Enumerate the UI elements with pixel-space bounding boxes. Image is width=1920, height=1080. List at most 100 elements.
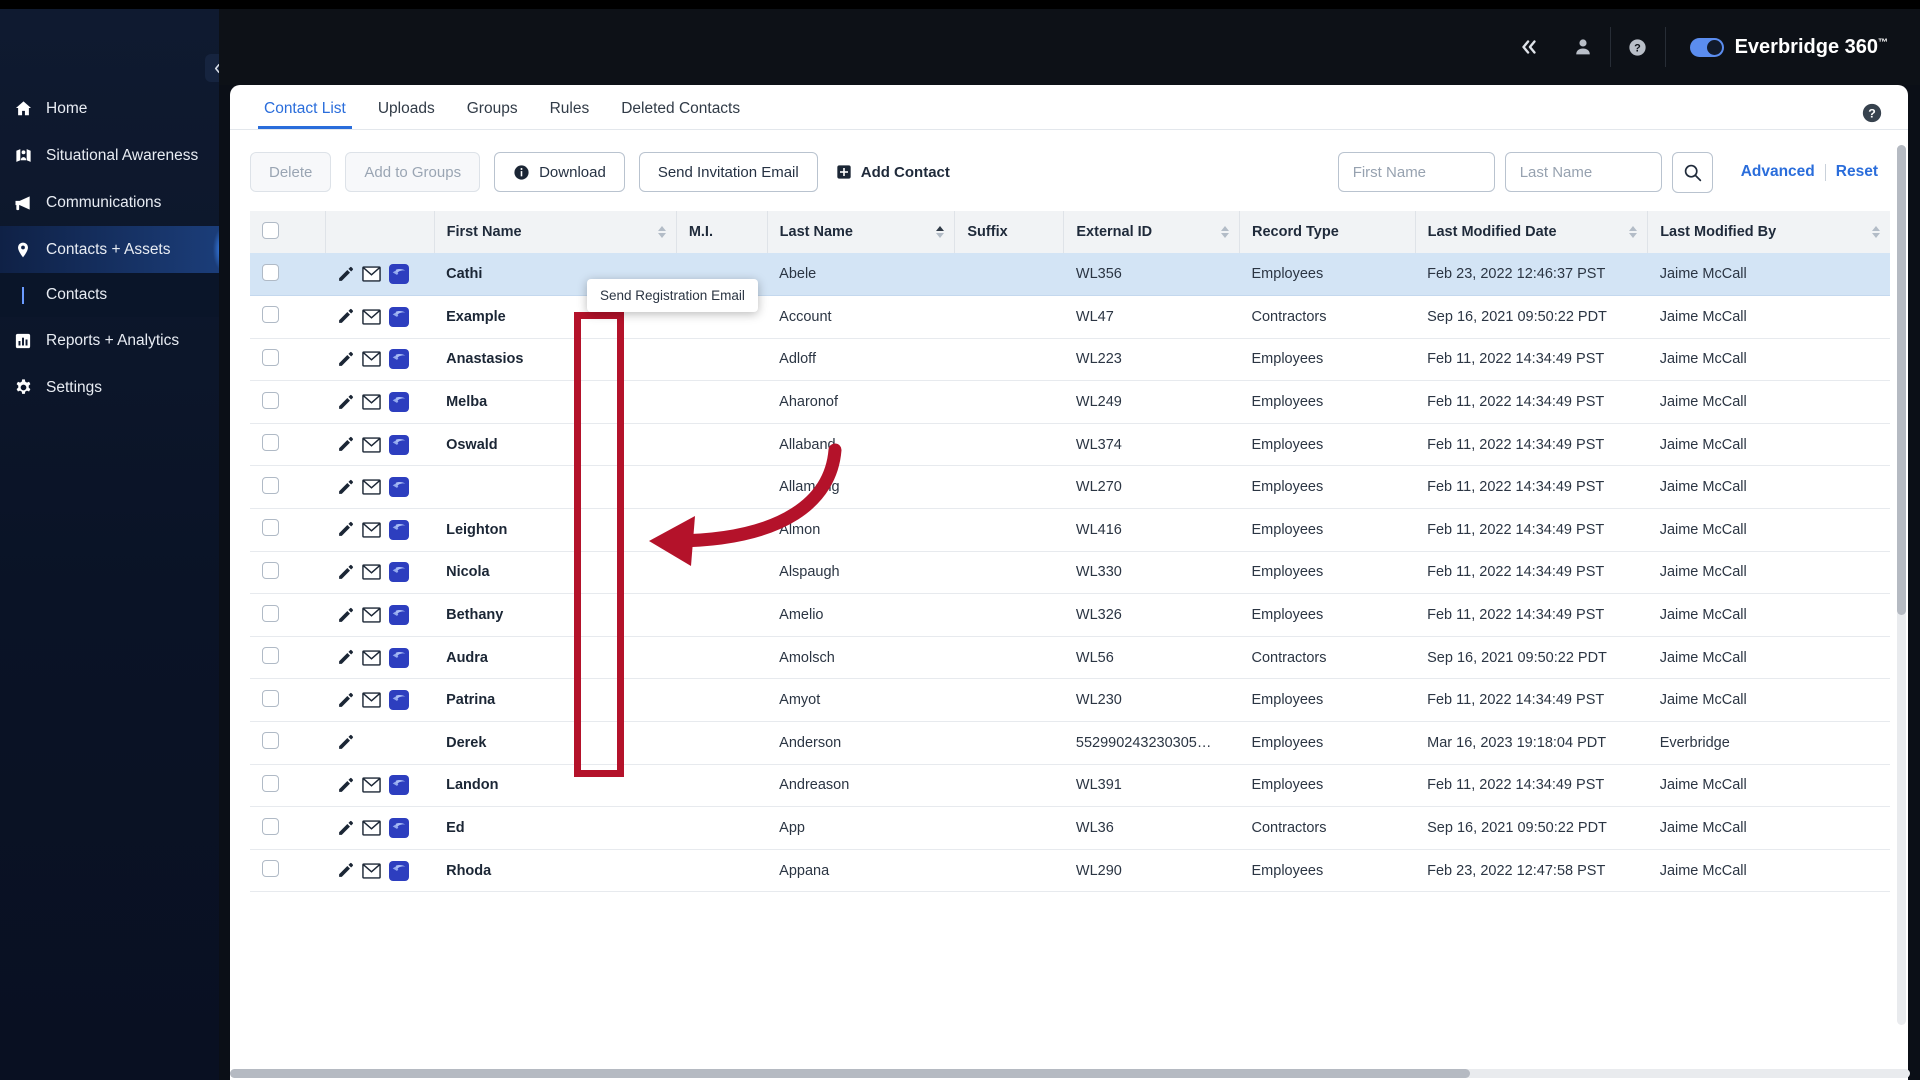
table-row[interactable]: Oswald Allaband WL374 Employees Feb 11, 2022… <box>250 423 1890 467</box>
sidebar-item-communications[interactable]: Communications <box>0 179 219 226</box>
add-contact-button[interactable]: Add Contact <box>832 152 968 192</box>
row-select-cell[interactable] <box>250 678 326 723</box>
header-record-type[interactable]: Record Type <box>1239 211 1416 253</box>
header-external-id[interactable]: External ID <box>1063 211 1241 253</box>
row-checkbox[interactable] <box>262 391 279 409</box>
header-last-name[interactable]: Last Name <box>767 211 956 253</box>
row-select-cell[interactable] <box>250 338 326 382</box>
row-select-cell[interactable] <box>250 764 326 808</box>
table-row[interactable]: Allamong WL270 Employees Feb 11, 2022 14:34… <box>250 465 1890 510</box>
sidebar-collapse-button[interactable] <box>205 54 219 82</box>
tab-contact-list[interactable]: Contact List <box>248 100 362 129</box>
row-checkbox[interactable] <box>262 348 279 366</box>
header-first-name[interactable]: First Name <box>434 211 677 253</box>
sidebar-item-situational-awareness[interactable]: Situational Awareness <box>0 132 219 179</box>
row-select-cell[interactable] <box>250 849 326 893</box>
tab-uploads[interactable]: Uploads <box>362 100 451 129</box>
row-select-cell[interactable] <box>250 593 326 637</box>
panel-help-button[interactable]: ? <box>1861 102 1883 124</box>
select-all-checkbox[interactable] <box>262 221 279 239</box>
tab-groups[interactable]: Groups <box>451 100 534 129</box>
everbridge-registration-icon[interactable] <box>389 349 410 370</box>
row-select-cell[interactable] <box>250 806 326 850</box>
sidebar-item-reports-analytics[interactable]: Reports + Analytics <box>0 317 219 364</box>
table-row[interactable]: Landon Andreason WL391 Employees Feb 11, 202… <box>250 764 1890 808</box>
table-row[interactable]: Leighton Almon WL416 Employees Feb 11, 2022 … <box>250 508 1890 552</box>
header-suffix[interactable]: Suffix <box>954 211 1065 253</box>
row-checkbox[interactable] <box>262 647 279 665</box>
row-select-cell[interactable] <box>250 253 326 297</box>
everbridge-registration-icon[interactable] <box>389 519 410 540</box>
everbridge-registration-icon[interactable] <box>389 477 410 498</box>
row-checkbox[interactable] <box>262 434 279 452</box>
everbridge-360-toggle[interactable] <box>1689 37 1724 57</box>
everbridge-registration-icon[interactable] <box>389 264 410 285</box>
everbridge-registration-icon[interactable] <box>389 647 410 668</box>
table-row[interactable]: Example Account WL47 Contractors Sep 16, 202… <box>250 295 1890 339</box>
collapse-panel-button[interactable] <box>1502 9 1556 85</box>
row-checkbox[interactable] <box>262 774 279 792</box>
sidebar-item-home[interactable]: Home <box>0 85 219 132</box>
horizontal-scrollbar-thumb[interactable] <box>230 1069 1470 1078</box>
vertical-scrollbar-thumb[interactable] <box>1897 145 1906 615</box>
row-checkbox[interactable] <box>262 604 279 622</box>
row-checkbox[interactable] <box>262 476 279 494</box>
first-name-input[interactable] <box>1337 152 1495 192</box>
advanced-search-link[interactable]: Advanced <box>1731 163 1825 181</box>
everbridge-registration-icon[interactable] <box>389 860 410 881</box>
sort-icon[interactable] <box>1872 226 1880 238</box>
user-account-button[interactable] <box>1556 9 1610 85</box>
everbridge-registration-icon[interactable] <box>389 690 410 711</box>
row-checkbox[interactable] <box>262 732 279 750</box>
header-select-all[interactable] <box>250 211 326 253</box>
row-select-cell[interactable] <box>250 508 326 552</box>
everbridge-registration-icon[interactable] <box>389 775 410 796</box>
row-checkbox[interactable] <box>262 561 279 579</box>
row-select-cell[interactable] <box>250 551 326 595</box>
sort-icon[interactable] <box>657 226 666 238</box>
row-checkbox[interactable] <box>262 519 279 537</box>
header-middle-initial[interactable]: M.I. <box>676 211 768 253</box>
table-row[interactable]: Anastasios Adloff WL223 Employees Feb 11, 20… <box>250 338 1890 382</box>
sidebar-item-contacts-assets[interactable]: Contacts + Assets <box>0 226 219 273</box>
everbridge-registration-icon[interactable] <box>389 392 410 413</box>
row-select-cell[interactable] <box>250 380 326 424</box>
row-checkbox[interactable] <box>262 817 279 835</box>
tab-rules[interactable]: Rules <box>534 100 606 129</box>
row-select-cell[interactable] <box>250 465 326 510</box>
table-row[interactable]: Melba Aharonof WL249 Employees Feb 11, 2022 … <box>250 380 1890 424</box>
sidebar-item-settings[interactable]: Settings <box>0 364 219 411</box>
reset-search-link[interactable]: Reset <box>1826 163 1888 181</box>
table-row[interactable]: Nicola Alspaugh WL330 Employees Feb 11, 2022… <box>250 551 1890 595</box>
header-last-modified-date[interactable]: Last Modified Date <box>1415 211 1649 253</box>
everbridge-registration-icon[interactable] <box>389 562 410 583</box>
sort-icon[interactable] <box>936 226 945 238</box>
everbridge-registration-icon[interactable] <box>389 818 410 839</box>
table-row[interactable]: Cathi Abele WL356 Employees Feb 23, 2022 12:… <box>250 253 1890 297</box>
row-checkbox[interactable] <box>262 860 279 878</box>
sidebar-subitem-contacts[interactable]: Contacts <box>0 273 219 317</box>
add-to-groups-button[interactable]: Add to Groups <box>345 152 481 192</box>
row-select-cell[interactable] <box>250 423 326 467</box>
everbridge-registration-icon[interactable] <box>389 434 410 455</box>
search-button[interactable] <box>1671 151 1713 193</box>
everbridge-360-toggle-group[interactable]: Everbridge 360™ <box>1666 36 1910 59</box>
table-row[interactable]: Audra Amolsch WL56 Contractors Sep 16, 2021 … <box>250 636 1890 680</box>
last-name-input[interactable] <box>1504 152 1662 192</box>
row-checkbox[interactable] <box>262 689 279 707</box>
row-select-cell[interactable] <box>250 636 326 680</box>
everbridge-registration-icon[interactable] <box>389 306 410 327</box>
horizontal-scrollbar[interactable] <box>230 1069 1910 1078</box>
table-row[interactable]: Derek Anderson 552990243230305… Employees Ma… <box>250 721 1890 765</box>
row-checkbox[interactable] <box>262 263 279 281</box>
row-select-cell[interactable] <box>250 295 326 339</box>
help-button[interactable]: ? <box>1611 9 1665 85</box>
table-row[interactable]: Patrina Amyot WL230 Employees Feb 11, 2022 1… <box>250 678 1890 723</box>
table-row[interactable]: Bethany Amelio WL326 Employees Feb 11, 2022 … <box>250 593 1890 637</box>
row-select-cell[interactable] <box>250 721 326 765</box>
sort-icon[interactable] <box>1629 226 1638 238</box>
table-row[interactable]: Rhoda Appana WL290 Employees Feb 23, 2022 12… <box>250 849 1890 893</box>
everbridge-registration-icon[interactable] <box>389 605 410 626</box>
sort-icon[interactable] <box>1221 226 1230 238</box>
tab-deleted-contacts[interactable]: Deleted Contacts <box>605 100 756 129</box>
